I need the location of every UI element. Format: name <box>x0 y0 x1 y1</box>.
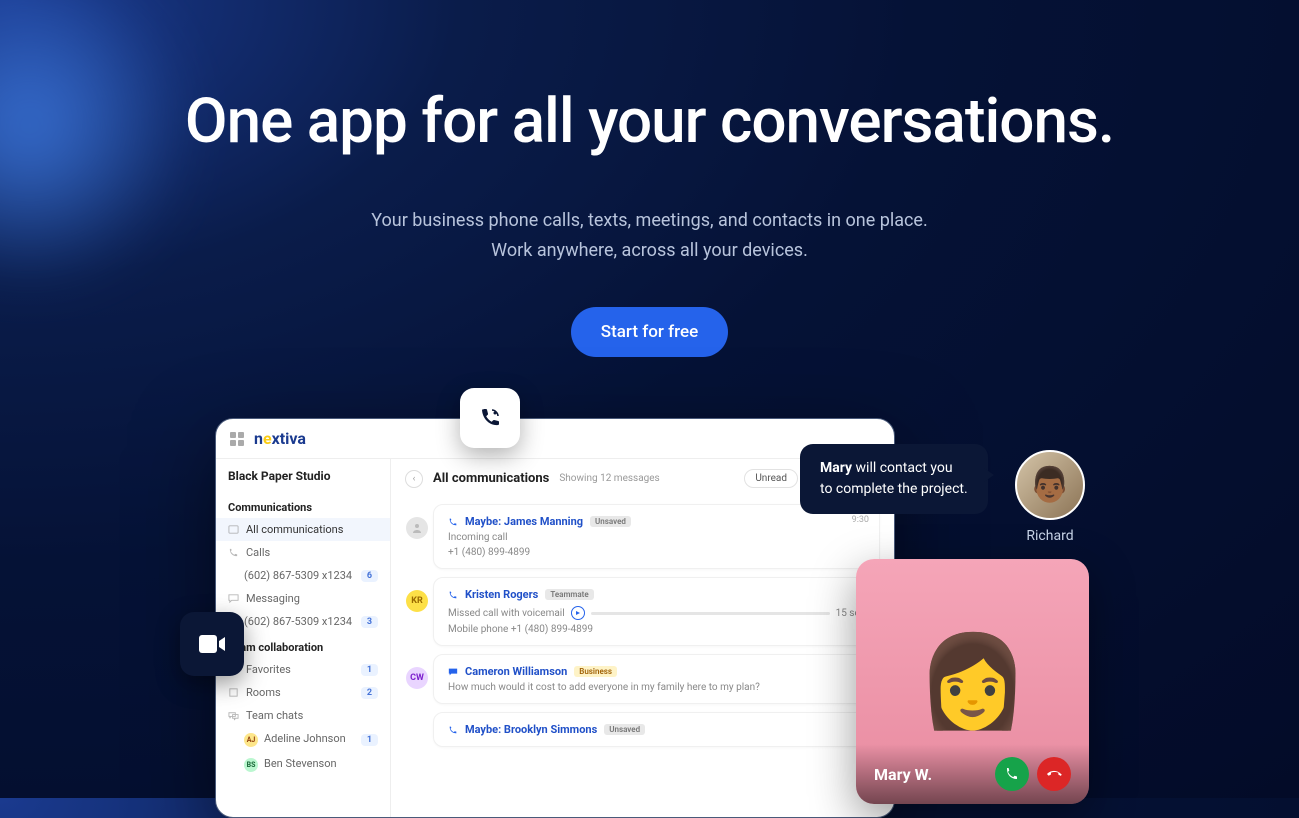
workspace-name: Black Paper Studio <box>216 459 390 493</box>
chat-icon <box>448 667 458 677</box>
caller-name: Mary W. <box>874 765 987 784</box>
sidebar-calls[interactable]: Calls <box>216 541 390 564</box>
section-communications: Communications <box>216 493 390 518</box>
hero-subtitle-1: Your business phone calls, texts, meetin… <box>0 206 1299 236</box>
sidebar-messaging[interactable]: Messaging <box>216 587 390 610</box>
message-card[interactable]: KR Kristen RogersTeammate Missed call wi… <box>433 577 880 646</box>
panel-subtitle: Showing 12 messages <box>559 473 659 484</box>
tag-business: Business <box>574 666 617 677</box>
app-window: nextiva Black Paper Studio Communication… <box>215 418 895 818</box>
sidebar-team-chats[interactable]: Team chats <box>216 704 390 727</box>
back-button[interactable]: ‹ <box>405 470 423 488</box>
video-icon <box>180 612 244 676</box>
avatar: CW <box>406 667 428 689</box>
phone-icon <box>460 388 520 448</box>
audio-track[interactable] <box>591 612 830 615</box>
contact-name: Cameron Williamson <box>465 665 567 678</box>
sidebar-user-adeline[interactable]: AJAdeline Johnson1 <box>216 727 390 752</box>
contact-name: Richard <box>1015 528 1085 544</box>
avatar <box>406 517 428 539</box>
video-call-card: 👩 Mary W. <box>856 559 1089 804</box>
contact-richard: 👨🏾 Richard <box>1015 450 1085 544</box>
play-button[interactable] <box>571 606 585 620</box>
avatar: 👨🏾 <box>1015 450 1085 520</box>
decline-call-button[interactable] <box>1037 757 1071 791</box>
contact-name: Kristen Rogers <box>465 588 538 601</box>
filter-unread[interactable]: Unread <box>744 469 798 488</box>
tag-unsaved: Unsaved <box>604 724 645 735</box>
phone-icon <box>448 517 458 527</box>
sidebar-rooms[interactable]: Rooms2 <box>216 681 390 704</box>
message-card[interactable]: Maybe: Brooklyn Simmons Unsaved <box>433 712 880 747</box>
contact-name: Maybe: Brooklyn Simmons <box>465 723 597 736</box>
hero-subtitle-2: Work anywhere, across all your devices. <box>0 236 1299 266</box>
accept-call-button[interactable] <box>995 757 1029 791</box>
sidebar-all-communications[interactable]: All communications <box>216 518 390 541</box>
chat-bubble: Mary will contact you to complete the pr… <box>800 444 988 514</box>
tag-unsaved: Unsaved <box>590 516 631 527</box>
sidebar-user-ben[interactable]: BSBen Stevenson <box>216 752 390 777</box>
hero-title: One app for all your conversations. <box>0 85 1299 158</box>
message-card[interactable]: CW Cameron WilliamsonBusiness How much w… <box>433 654 880 704</box>
avatar: KR <box>406 590 428 612</box>
app-menu-icon[interactable] <box>230 432 244 446</box>
phone-icon <box>448 590 458 600</box>
panel-title: All communications <box>433 471 549 486</box>
phone-icon <box>448 725 458 735</box>
sidebar-call-number[interactable]: (602) 867-5309 x12346 <box>216 564 390 587</box>
tag-teammate: Teammate <box>545 589 593 600</box>
start-free-button[interactable]: Start for free <box>571 307 728 357</box>
contact-name: Maybe: James Manning <box>465 515 583 528</box>
card-time: 9:30 <box>852 515 869 525</box>
app-logo: nextiva <box>254 429 306 448</box>
